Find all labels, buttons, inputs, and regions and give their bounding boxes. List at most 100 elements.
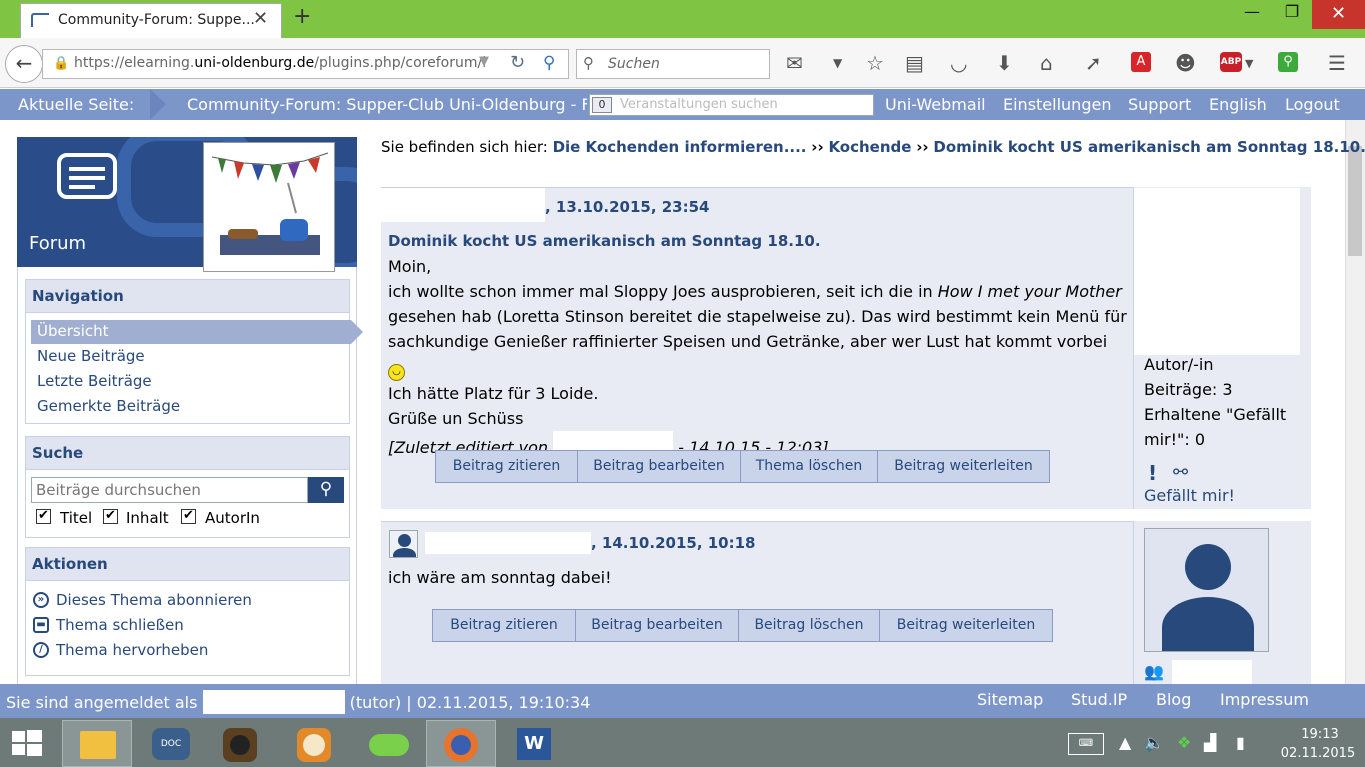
quote-post-button[interactable]: Beitrag zitieren bbox=[435, 450, 578, 483]
taskbar-firefox-icon[interactable] bbox=[426, 720, 496, 767]
taskbar-photo-app-icon[interactable] bbox=[282, 720, 352, 767]
report-exclamation-icon[interactable]: ! bbox=[1148, 461, 1157, 485]
action-highlight-thread[interactable]: Thema hervorheben bbox=[56, 641, 208, 659]
current-page-title[interactable]: Community-Forum: Supper-Club Uni-Oldenbu… bbox=[187, 95, 587, 114]
edit-post-button[interactable]: Beitrag bearbeiten bbox=[575, 609, 739, 642]
download-icon[interactable]: ⬇ bbox=[996, 51, 1013, 75]
forum-search-input[interactable]: Beiträge durchsuchen bbox=[31, 477, 308, 503]
link-english[interactable]: English bbox=[1209, 95, 1267, 114]
checkbox-title[interactable]: ✔ bbox=[36, 509, 51, 524]
volume-icon[interactable]: 🔈 bbox=[1144, 733, 1164, 752]
user-avatar-icon bbox=[389, 530, 418, 558]
checkbox-author[interactable]: ✔ bbox=[181, 509, 196, 524]
taskbar-doc-viewer-icon[interactable]: DOC bbox=[138, 720, 208, 767]
windows-start-icon[interactable] bbox=[12, 730, 42, 756]
scrollbar-thumb[interactable] bbox=[1348, 146, 1362, 256]
footer-link-studip[interactable]: Stud.IP bbox=[1071, 690, 1127, 709]
post-title: Dominik kocht US amerikanisch am Sonntag… bbox=[388, 232, 821, 250]
browser-tab[interactable]: Community-Forum: Suppe... ✕ bbox=[20, 3, 282, 38]
nav-item-bookmarked-posts[interactable]: Gemerkte Beiträge bbox=[37, 397, 180, 415]
dropbox-sync-icon[interactable]: ❖ bbox=[1177, 733, 1191, 752]
post-body: Moin, ich wollte schon immer mal Sloppy … bbox=[388, 254, 1128, 463]
lock-icon[interactable]: ▬ bbox=[33, 617, 49, 633]
action-subscribe[interactable]: Dieses Thema abonnieren bbox=[56, 591, 252, 609]
url-text: https://elearning.uni-oldenburg.de/plugi… bbox=[74, 55, 487, 71]
minimize-icon[interactable]: — bbox=[1232, 2, 1272, 30]
url-bar[interactable]: 🔒 https://elearning.uni-oldenburg.de/plu… bbox=[42, 49, 569, 79]
tab-close-icon[interactable]: ✕ bbox=[253, 8, 268, 29]
forward-post-button[interactable]: Beitrag weiterleiten bbox=[879, 609, 1053, 642]
link-support[interactable]: Support bbox=[1128, 95, 1191, 114]
nav-item-latest-posts[interactable]: Letzte Beiträge bbox=[37, 372, 152, 390]
navigation-title: Navigation bbox=[25, 279, 350, 313]
redacted-author-name bbox=[381, 188, 545, 222]
footer-link-sitemap[interactable]: Sitemap bbox=[977, 690, 1043, 709]
evernote-icon[interactable]: ⚲ bbox=[1278, 52, 1298, 72]
quick-search-input[interactable]: 0 Veranstaltungen suchen bbox=[589, 94, 874, 116]
edit-post-button[interactable]: Beitrag bearbeiten bbox=[577, 450, 741, 483]
taskbar-explorer-icon[interactable] bbox=[62, 720, 132, 767]
permalink-chain-icon[interactable]: ⚯ bbox=[1173, 462, 1188, 483]
mail-dropdown-icon[interactable]: ▼ bbox=[833, 56, 842, 70]
nav-item-new-posts[interactable]: Neue Beiträge bbox=[37, 347, 145, 365]
network-signal-icon[interactable]: ▟ bbox=[1204, 733, 1216, 752]
quote-post-button[interactable]: Beitrag zitieren bbox=[432, 609, 576, 642]
home-icon[interactable]: ⌂ bbox=[1040, 51, 1053, 75]
adblock-icon[interactable]: ABP bbox=[1220, 52, 1242, 72]
pocket-icon[interactable]: ◡ bbox=[950, 51, 967, 75]
highlight-pin-icon[interactable]: ∕ bbox=[33, 642, 49, 658]
bookmark-star-icon[interactable]: ☆ bbox=[866, 51, 884, 75]
action-close-thread[interactable]: Thema schließen bbox=[56, 616, 184, 634]
taskbar-word-icon[interactable]: W bbox=[500, 720, 570, 767]
window-close-icon[interactable]: ✕ bbox=[1312, 0, 1365, 29]
breadcrumb-item[interactable]: Dominik kocht US amerikanisch am Sonntag… bbox=[933, 138, 1365, 156]
nav-item-overview[interactable]: Übersicht bbox=[37, 322, 109, 340]
magnifier-icon: ⚲ bbox=[583, 54, 594, 72]
url-history-dropdown-icon[interactable]: ▼ bbox=[479, 54, 489, 69]
smiley-addon-icon[interactable]: ☻ bbox=[1175, 51, 1196, 75]
forward-post-button[interactable]: Beitrag weiterleiten bbox=[877, 450, 1050, 483]
reload-icon[interactable]: ↻ bbox=[510, 52, 525, 73]
redacted-author-name bbox=[425, 532, 591, 554]
link-logout[interactable]: Logout bbox=[1285, 95, 1340, 114]
new-tab-icon[interactable]: + bbox=[293, 4, 311, 29]
link-webmail[interactable]: Uni-Webmail bbox=[885, 95, 986, 114]
post-date: , 13.10.2015, 23:54 bbox=[545, 198, 710, 216]
search-title: Suche bbox=[25, 436, 350, 470]
like-link[interactable]: Gefällt mir! bbox=[1144, 486, 1235, 505]
back-arrow-icon[interactable]: ← bbox=[5, 45, 43, 83]
delete-post-button[interactable]: Beitrag löschen bbox=[738, 609, 880, 642]
maximize-icon[interactable]: ❐ bbox=[1272, 2, 1312, 30]
search-bar[interactable]: ⚲ Suchen bbox=[576, 49, 770, 79]
send-icon[interactable]: ➚ bbox=[1085, 51, 1102, 75]
battery-icon[interactable]: ▮ bbox=[1236, 733, 1245, 752]
forum-label: Forum bbox=[29, 233, 87, 254]
footer-link-impressum[interactable]: Impressum bbox=[1220, 690, 1309, 709]
reading-list-icon[interactable]: ▤ bbox=[905, 51, 924, 75]
breadcrumb-item[interactable]: Kochende bbox=[828, 138, 911, 156]
clock-time[interactable]: 19:13 bbox=[1290, 727, 1350, 742]
tray-expand-icon[interactable]: ▲ bbox=[1119, 733, 1131, 752]
nav-active-arrow bbox=[351, 320, 363, 344]
taskbar-cloud-app-icon[interactable] bbox=[355, 720, 425, 767]
footer-link-blog[interactable]: Blog bbox=[1156, 690, 1191, 709]
link-settings[interactable]: Einstellungen bbox=[1003, 95, 1111, 114]
clock-date[interactable]: 02.11.2015 bbox=[1280, 746, 1356, 761]
breadcrumb-item[interactable]: Die Kochenden informieren.... bbox=[553, 138, 807, 156]
keyboard-icon[interactable]: ⌨ bbox=[1068, 733, 1104, 755]
breadcrumb-prefix: Sie befinden sich hier: bbox=[381, 138, 548, 156]
subscribe-icon[interactable]: » bbox=[33, 592, 49, 608]
search-icon[interactable]: ⚲ bbox=[543, 53, 555, 73]
adblock-dropdown-icon[interactable]: ▼ bbox=[1245, 57, 1253, 70]
acrobat-icon[interactable]: A bbox=[1131, 52, 1151, 72]
menu-hamburger-icon[interactable]: ☰ bbox=[1328, 51, 1346, 75]
delete-thread-button[interactable]: Thema löschen bbox=[740, 450, 878, 483]
browser-navbar: ← 🔒 https://elearning.uni-oldenburg.de/p… bbox=[0, 38, 1365, 88]
forum-search-button[interactable]: ⚲ bbox=[308, 477, 344, 503]
studip-favicon-icon bbox=[31, 13, 49, 27]
course-image bbox=[203, 142, 335, 272]
taskbar-speaker-app-icon[interactable] bbox=[208, 720, 278, 767]
mail-icon[interactable]: ✉ bbox=[786, 51, 803, 75]
forum-chat-icon bbox=[57, 153, 117, 199]
checkbox-content[interactable]: ✔ bbox=[103, 509, 118, 524]
